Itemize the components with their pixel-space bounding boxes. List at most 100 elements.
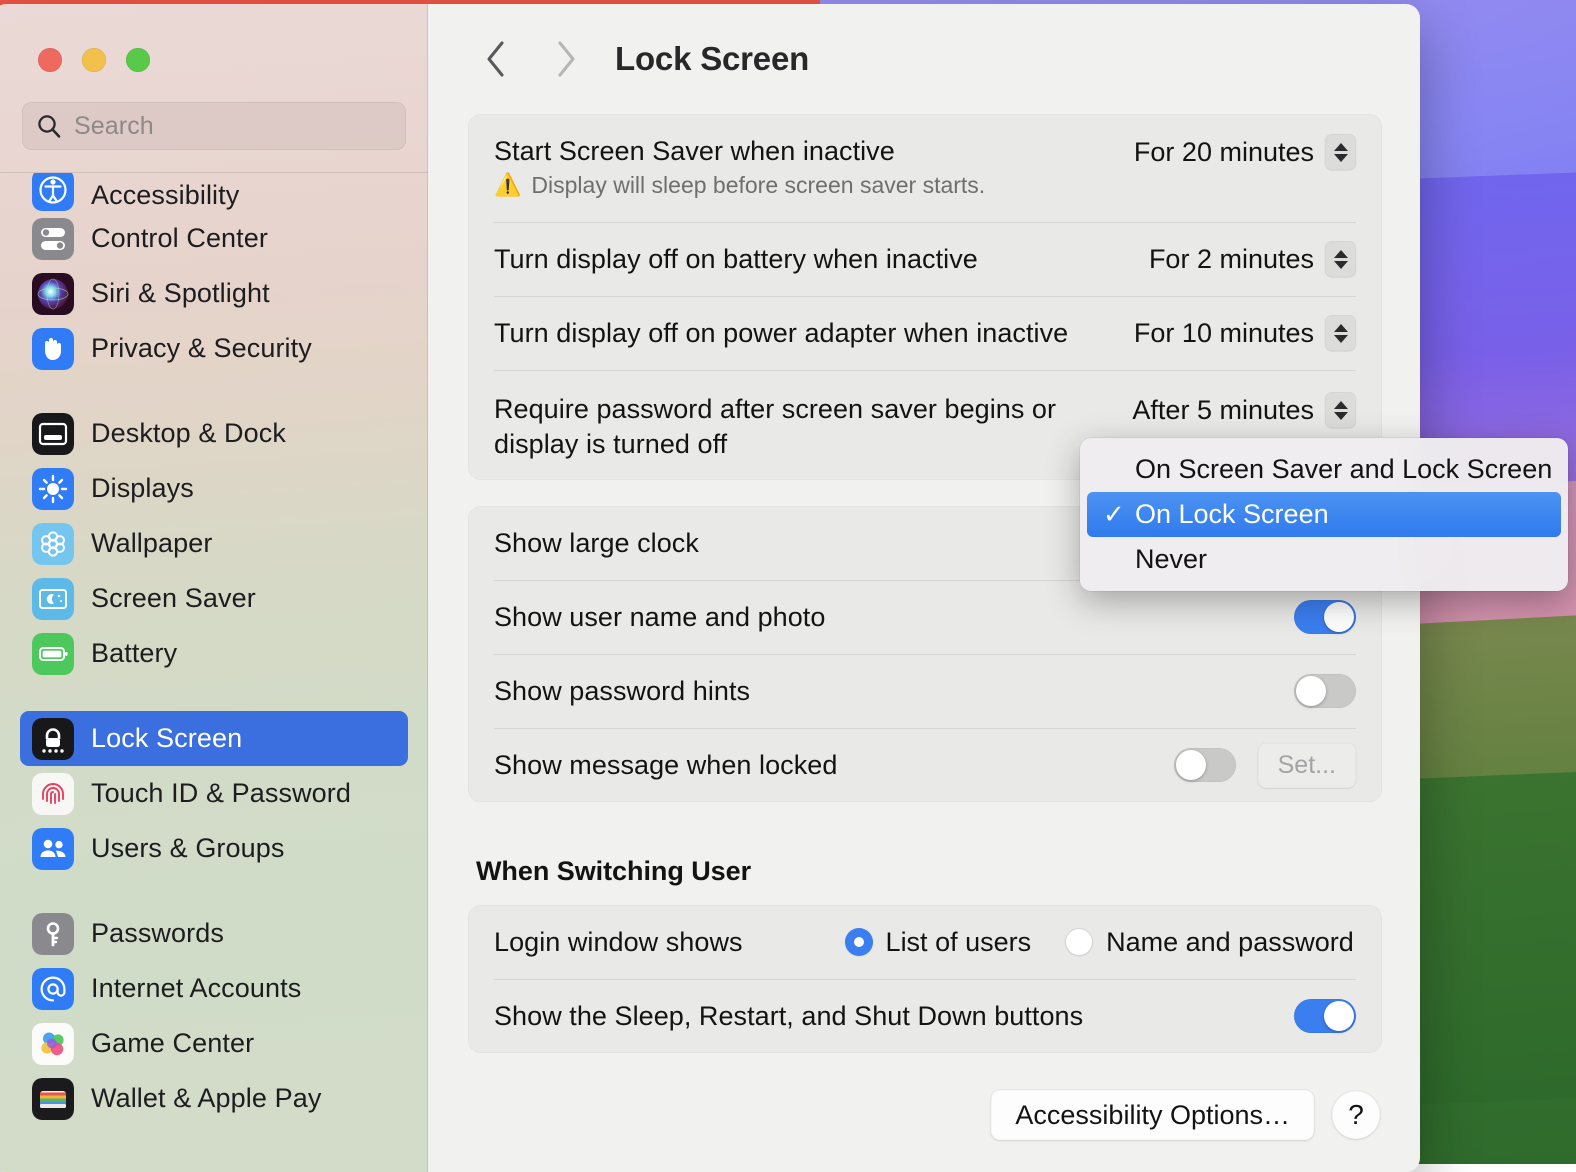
table-row-sleep-restart-shutdown: Show the Sleep, Restart, and Shut Down b… [468, 979, 1382, 1053]
close-button[interactable] [38, 48, 62, 72]
timing-settings-card: Start Screen Saver when inactive ⚠️ Disp… [468, 114, 1382, 480]
touch-id-fingerprint-icon [32, 773, 74, 815]
switching-user-card: Login window shows List of users Name an… [468, 905, 1382, 1053]
sidebar-item-displays[interactable]: Displays [20, 461, 408, 516]
login-window-radio-group: List of users Name and password [845, 927, 1354, 958]
sidebar-item-label: Displays [91, 473, 194, 504]
stepper-icon[interactable] [1325, 392, 1356, 428]
menu-item-label: Never [1135, 544, 1207, 575]
radio-label: Name and password [1106, 927, 1354, 958]
screen-saver-moon-icon [32, 578, 74, 620]
table-row-display-off-battery: Turn display off on battery when inactiv… [468, 222, 1382, 296]
table-row-display-off-power-adapter: Turn display off on power adapter when i… [468, 296, 1382, 370]
sidebar-item-label: Users & Groups [91, 833, 284, 864]
popup-value: After 5 minutes [1132, 395, 1314, 426]
sidebar-item-label: Game Center [91, 1028, 254, 1059]
sidebar-item-label: Touch ID & Password [91, 778, 351, 809]
require-password-popup[interactable]: After 5 minutes [1132, 392, 1356, 428]
menu-item-label: On Lock Screen [1135, 499, 1329, 530]
accessibility-icon [32, 173, 74, 211]
radio-list-of-users[interactable]: List of users [845, 927, 1032, 958]
sidebar-item-label: Wallet & Apple Pay [91, 1083, 321, 1114]
search-field[interactable]: Search [22, 102, 406, 150]
internet-accounts-at-icon [32, 968, 74, 1010]
menu-item-never[interactable]: Never [1087, 537, 1561, 582]
row-label: Show message when locked [494, 748, 837, 783]
privacy-hand-icon [32, 328, 74, 370]
sidebar-item-desktop-dock[interactable]: Desktop & Dock [20, 406, 408, 461]
display-off-power-adapter-popup[interactable]: For 10 minutes [1134, 315, 1356, 351]
sidebar-item-label: Lock Screen [91, 723, 242, 754]
sidebar-nav-list: Accessibility Control Center [0, 173, 428, 1126]
radio-dot-icon[interactable] [845, 928, 873, 956]
table-row-show-password-hints: Show password hints [468, 654, 1382, 728]
sidebar-item-internet-accounts[interactable]: Internet Accounts [20, 961, 408, 1016]
accessibility-options-button[interactable]: Accessibility Options… [991, 1090, 1314, 1140]
stepper-icon[interactable] [1325, 241, 1356, 277]
sleep-restart-shutdown-toggle[interactable] [1294, 999, 1356, 1033]
sidebar-group-gap [0, 376, 428, 406]
show-user-name-photo-toggle[interactable] [1294, 600, 1356, 634]
sidebar-item-lock-screen[interactable]: Lock Screen [20, 711, 408, 766]
battery-icon [32, 633, 74, 675]
menu-item-on-lock-screen[interactable]: ✓ On Lock Screen [1087, 492, 1561, 537]
row-label: Turn display off on battery when inactiv… [494, 242, 978, 277]
forward-button[interactable] [543, 36, 589, 82]
window-traffic-lights [0, 4, 428, 72]
row-label: Start Screen Saver when inactive [494, 134, 1134, 169]
displays-brightness-icon [32, 468, 74, 510]
popup-value: For 20 minutes [1134, 137, 1314, 168]
menu-item-on-screen-saver-and-lock-screen[interactable]: On Screen Saver and Lock Screen [1087, 447, 1561, 492]
stepper-icon[interactable] [1325, 134, 1356, 170]
show-message-when-locked-toggle[interactable] [1174, 748, 1236, 782]
minimize-button[interactable] [82, 48, 106, 72]
radio-name-and-password[interactable]: Name and password [1065, 927, 1354, 958]
sidebar-item-control-center[interactable]: Control Center [20, 211, 408, 266]
toolbar: Lock Screen [428, 4, 1420, 114]
sidebar-item-screen-saver[interactable]: Screen Saver [20, 571, 408, 626]
popup-value: For 2 minutes [1149, 244, 1314, 275]
show-password-hints-toggle[interactable] [1294, 674, 1356, 708]
sidebar-item-label: Accessibility [91, 180, 239, 211]
row-label: Require password after screen saver begi… [494, 392, 1132, 461]
sidebar-item-label: Battery [91, 638, 177, 669]
sidebar-item-privacy-security[interactable]: Privacy & Security [20, 321, 408, 376]
search-icon [36, 113, 62, 139]
row-label: Show large clock [494, 526, 699, 561]
start-screen-saver-popup[interactable]: For 20 minutes [1134, 134, 1356, 170]
users-groups-icon [32, 828, 74, 870]
siri-icon [32, 273, 74, 315]
sidebar-item-users-groups[interactable]: Users & Groups [20, 821, 408, 876]
warning-triangle-icon: ⚠️ [494, 174, 521, 196]
table-row-start-screen-saver: Start Screen Saver when inactive ⚠️ Disp… [468, 114, 1382, 222]
sidebar-item-touch-id-password[interactable]: Touch ID & Password [20, 766, 408, 821]
stepper-icon[interactable] [1325, 315, 1356, 351]
radio-dot-icon[interactable] [1065, 928, 1093, 956]
back-button[interactable] [473, 36, 519, 82]
zoom-button[interactable] [126, 48, 150, 72]
popup-value: For 10 minutes [1134, 318, 1314, 349]
row-label: Show the Sleep, Restart, and Shut Down b… [494, 999, 1083, 1034]
game-center-icon [32, 1023, 74, 1065]
sidebar-item-passwords[interactable]: Passwords [20, 906, 408, 961]
sidebar-item-accessibility[interactable]: Accessibility [20, 173, 408, 211]
warning-text: Display will sleep before screen saver s… [531, 172, 985, 199]
row-label: Turn display off on power adapter when i… [494, 316, 1068, 351]
sidebar-group-gap [0, 681, 428, 711]
table-row-show-user-name-photo: Show user name and photo [468, 580, 1382, 654]
sidebar-item-label: Passwords [91, 918, 224, 949]
sidebar-item-battery[interactable]: Battery [20, 626, 408, 681]
page-title: Lock Screen [615, 40, 809, 78]
sidebar-item-wallet-apple-pay[interactable]: Wallet & Apple Pay [20, 1071, 408, 1126]
passwords-key-icon [32, 913, 74, 955]
display-off-battery-popup[interactable]: For 2 minutes [1149, 241, 1356, 277]
sidebar-item-label: Desktop & Dock [91, 418, 286, 449]
sidebar-item-siri-spotlight[interactable]: Siri & Spotlight [20, 266, 408, 321]
footer-buttons: Accessibility Options… ? [991, 1090, 1380, 1140]
section-heading-when-switching-user: When Switching User [476, 856, 1420, 887]
help-button[interactable]: ? [1332, 1091, 1380, 1139]
sidebar-item-game-center[interactable]: Game Center [20, 1016, 408, 1071]
sidebar-item-label: Wallpaper [91, 528, 212, 559]
sidebar-item-wallpaper[interactable]: Wallpaper [20, 516, 408, 571]
set-message-button[interactable]: Set... [1258, 743, 1356, 788]
